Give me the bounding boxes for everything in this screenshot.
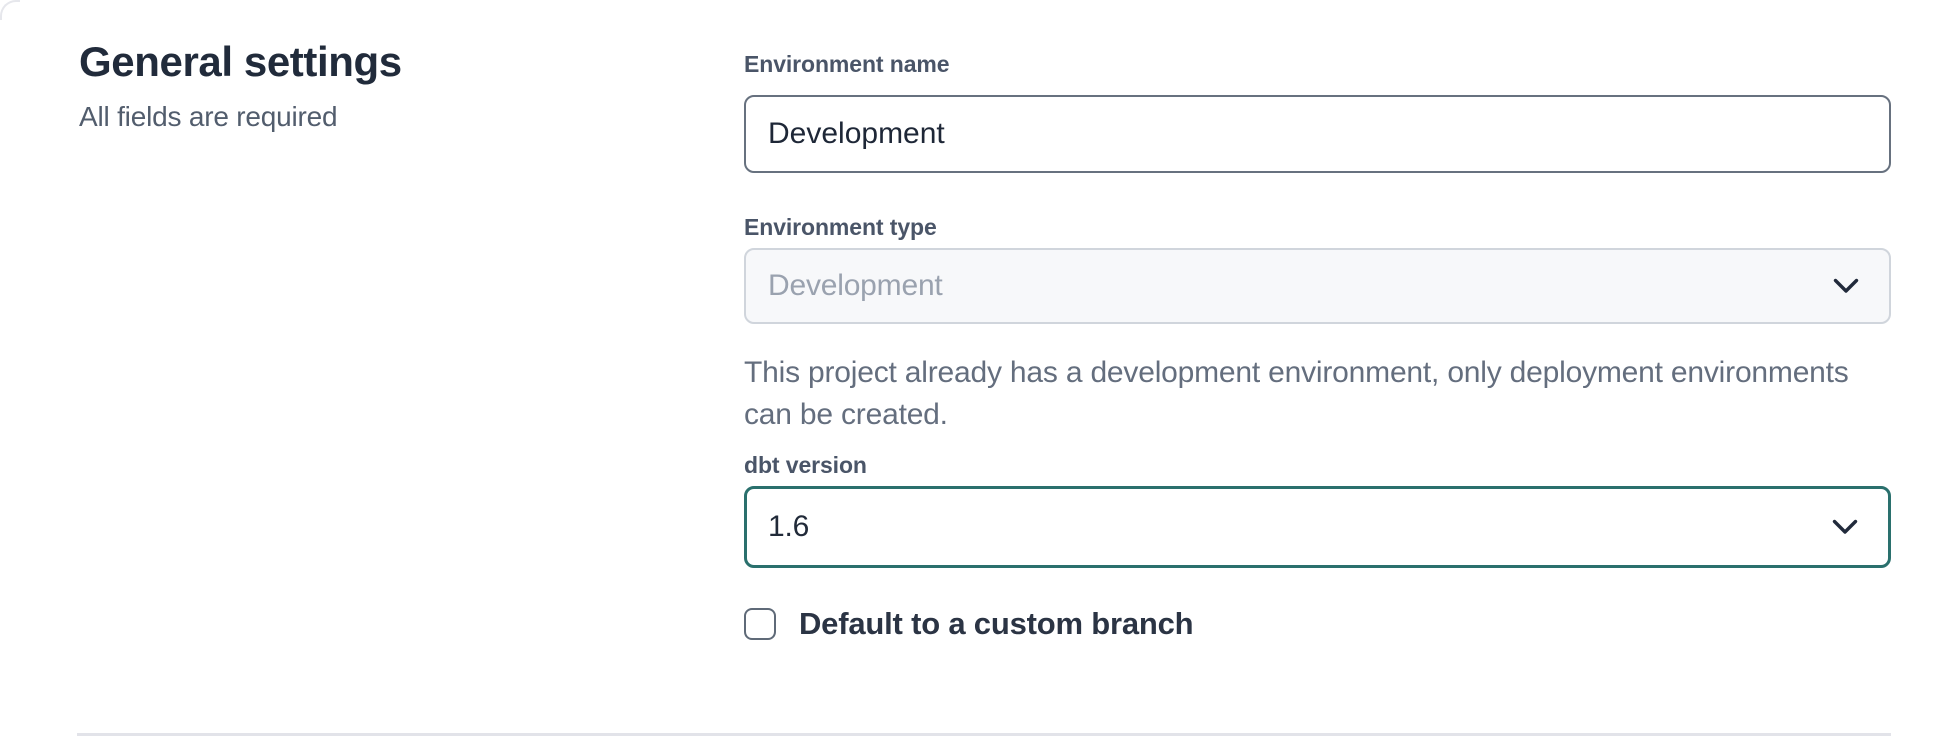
settings-header: General settings All fields are required bbox=[79, 36, 639, 134]
custom-branch-row: Default to a custom branch bbox=[744, 607, 1891, 641]
chevron-down-icon bbox=[1833, 278, 1859, 294]
environment-type-value: Development bbox=[768, 269, 943, 303]
general-settings-page: General settings All fields are required… bbox=[0, 0, 1958, 740]
custom-branch-checkbox[interactable] bbox=[744, 608, 776, 640]
dbt-version-label: dbt version bbox=[744, 451, 1891, 479]
environment-name-label: Environment name bbox=[744, 50, 1891, 78]
dbt-version-value: 1.6 bbox=[768, 510, 809, 544]
environment-type-help-text: This project already has a development e… bbox=[744, 352, 1864, 436]
custom-branch-label[interactable]: Default to a custom branch bbox=[799, 606, 1193, 642]
environment-name-input[interactable] bbox=[744, 95, 1891, 173]
environment-type-select[interactable]: Development bbox=[744, 248, 1891, 324]
dbt-version-select[interactable]: 1.6 bbox=[744, 486, 1891, 568]
environment-type-label: Environment type bbox=[744, 213, 1891, 241]
page-subtitle: All fields are required bbox=[79, 100, 639, 134]
panel-corner bbox=[0, 0, 20, 20]
page-title: General settings bbox=[79, 36, 639, 88]
chevron-down-icon bbox=[1832, 519, 1858, 535]
section-divider bbox=[77, 733, 1891, 736]
settings-form: Environment name Environment type Develo… bbox=[744, 50, 1891, 641]
